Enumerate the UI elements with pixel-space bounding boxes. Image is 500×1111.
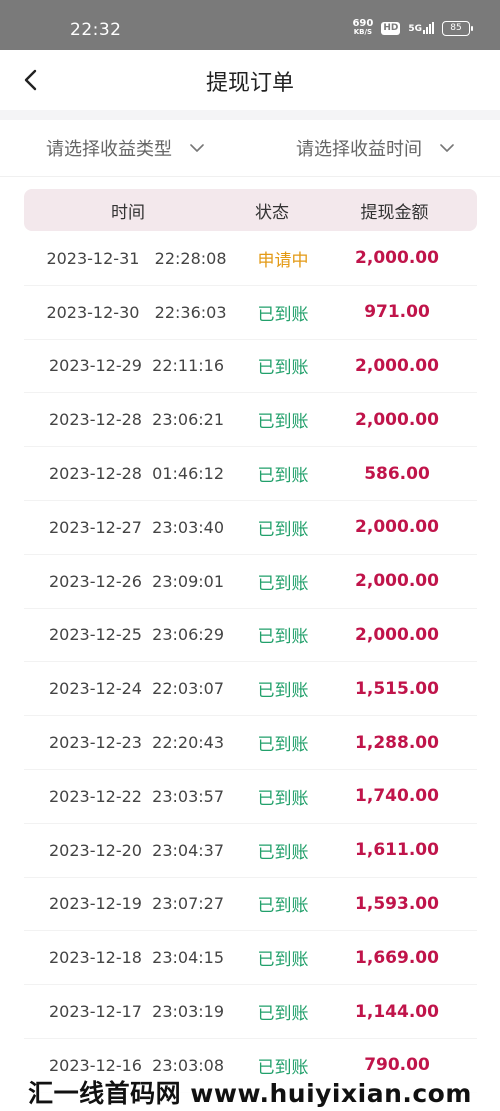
signal-icon: 5G — [408, 22, 434, 34]
row-time: 2023-12-18 23:04:15 — [48, 948, 224, 968]
battery-icon: 85 — [442, 20, 473, 36]
chevron-down-icon — [190, 143, 204, 152]
row-time: 2023-12-30 22:36:03 — [46, 302, 227, 322]
row-status: 已到账 — [257, 466, 309, 487]
row-status: 申请中 — [257, 250, 309, 271]
table-row[interactable]: 2023-12-25 23:06:29 已到账 2,000.00 — [24, 609, 477, 663]
hd-icon: HD — [381, 21, 401, 35]
watermark: 汇一线首码网 www.huiyixian.com — [0, 1076, 500, 1111]
row-time: 2023-12-25 23:06:29 — [48, 625, 224, 645]
table-row[interactable]: 2023-12-20 23:04:37 已到账 1,611.00 — [24, 824, 477, 878]
row-amount: 586.00 — [364, 463, 430, 484]
header-status: 状态 — [255, 202, 289, 223]
table-row[interactable]: 2023-12-24 22:03:07 已到账 1,515.00 — [24, 662, 477, 717]
table-row[interactable]: 2023-12-30 22:36:03 已到账 971.00 — [24, 286, 477, 340]
row-status: 已到账 — [257, 896, 309, 917]
row-amount: 1,593.00 — [355, 893, 439, 914]
row-amount: 1,669.00 — [355, 947, 439, 968]
battery-level: 85 — [450, 22, 462, 33]
table-row[interactable]: 2023-12-26 23:09:01 已到账 2,000.00 — [24, 555, 477, 609]
row-time: 2023-12-16 23:03:08 — [48, 1055, 224, 1075]
table-row[interactable]: 2023-12-19 23:07:27 已到账 1,593.00 — [24, 878, 477, 932]
row-time: 2023-12-26 23:09:01 — [48, 571, 224, 591]
row-time: 2023-12-17 23:03:19 — [48, 1002, 224, 1022]
row-amount: 1,144.00 — [355, 1001, 439, 1022]
row-status: 已到账 — [257, 1057, 309, 1078]
nav-bar: 提现订单 — [0, 50, 500, 110]
row-amount: 2,000.00 — [355, 624, 439, 645]
status-time: 22:32 — [70, 20, 122, 40]
table-row[interactable]: 2023-12-22 23:03:57 已到账 1,740.00 — [24, 770, 477, 824]
network-speed-unit: KB/S — [353, 28, 373, 36]
page-title: 提现订单 — [205, 71, 294, 96]
status-indicators: 690 KB/S HD 5G 85 — [352, 18, 473, 37]
table-row[interactable]: 2023-12-27 23:03:40 已到账 2,000.00 — [24, 501, 477, 555]
income-type-label: 请选择收益类型 — [46, 139, 172, 160]
income-time-select[interactable]: 请选择收益时间 — [250, 120, 500, 176]
row-time: 2023-12-19 23:07:27 — [48, 894, 224, 914]
row-time: 2023-12-28 23:06:21 — [48, 410, 224, 430]
income-time-label: 请选择收益时间 — [296, 139, 422, 160]
network-speed-value: 690 — [352, 18, 374, 29]
row-time: 2023-12-29 22:11:16 — [48, 356, 224, 376]
table-row[interactable]: 2023-12-17 23:03:19 已到账 1,144.00 — [24, 985, 477, 1039]
row-time: 2023-12-24 22:03:07 — [48, 679, 224, 699]
row-status: 已到账 — [257, 627, 309, 648]
row-time: 2023-12-23 22:20:43 — [48, 733, 224, 753]
table-header: 时间 状态 提现金额 — [24, 189, 477, 231]
status-bar: 22:32 690 KB/S HD 5G 85 — [0, 0, 500, 50]
row-time: 2023-12-27 23:03:40 — [48, 517, 224, 537]
row-amount: 971.00 — [364, 302, 430, 323]
header-amount: 提现金额 — [360, 202, 429, 223]
row-amount: 1,740.00 — [355, 786, 439, 807]
table-row[interactable]: 2023-12-18 23:04:15 已到账 1,669.00 — [24, 931, 477, 986]
row-amount: 2,000.00 — [355, 355, 439, 376]
table-row[interactable]: 2023-12-28 01:46:12 已到账 586.00 — [24, 447, 477, 501]
row-amount: 2,000.00 — [355, 248, 439, 269]
row-time: 2023-12-20 23:04:37 — [48, 840, 224, 860]
row-status: 已到账 — [257, 304, 309, 325]
table-row[interactable]: 2023-12-29 22:11:16 已到账 2,000.00 — [24, 340, 477, 394]
row-status: 已到账 — [257, 842, 309, 863]
row-status: 已到账 — [257, 519, 309, 540]
network-type: 5G — [408, 24, 422, 34]
row-status: 已到账 — [257, 412, 309, 433]
row-status: 已到账 — [257, 358, 309, 379]
row-amount: 2,000.00 — [355, 571, 439, 592]
divider — [0, 110, 500, 120]
chevron-down-icon — [440, 143, 454, 152]
row-status: 已到账 — [257, 950, 309, 971]
row-status: 已到账 — [257, 735, 309, 756]
row-amount: 1,515.00 — [355, 678, 439, 699]
row-status: 已到账 — [257, 1004, 309, 1025]
row-amount: 1,288.00 — [355, 732, 439, 753]
divider — [0, 176, 500, 177]
network-speed: 690 KB/S — [352, 18, 374, 37]
row-amount: 2,000.00 — [355, 517, 439, 538]
row-time: 2023-12-22 23:03:57 — [48, 786, 224, 806]
header-time: 时间 — [111, 202, 145, 223]
row-status: 已到账 — [257, 788, 309, 809]
filter-bar: 请选择收益类型 请选择收益时间 — [0, 120, 500, 176]
row-time: 2023-12-28 01:46:12 — [48, 464, 224, 484]
table-row[interactable]: 2023-12-23 22:20:43 已到账 1,288.00 — [24, 716, 477, 770]
row-amount: 790.00 — [364, 1055, 430, 1076]
row-time: 2023-12-31 22:28:08 — [46, 248, 227, 268]
withdrawal-list: 2023-12-31 22:28:08 申请中 2,000.00 2023-12-30… — [24, 232, 477, 1093]
table-row[interactable]: 2023-12-28 23:06:21 已到账 2,000.00 — [24, 393, 477, 448]
row-amount: 2,000.00 — [355, 409, 439, 430]
row-status: 已到账 — [257, 573, 309, 594]
table-row[interactable]: 2023-12-31 22:28:08 申请中 2,000.00 — [24, 232, 477, 286]
row-status: 已到账 — [257, 681, 309, 702]
income-type-select[interactable]: 请选择收益类型 — [0, 120, 250, 176]
row-amount: 1,611.00 — [355, 840, 439, 861]
